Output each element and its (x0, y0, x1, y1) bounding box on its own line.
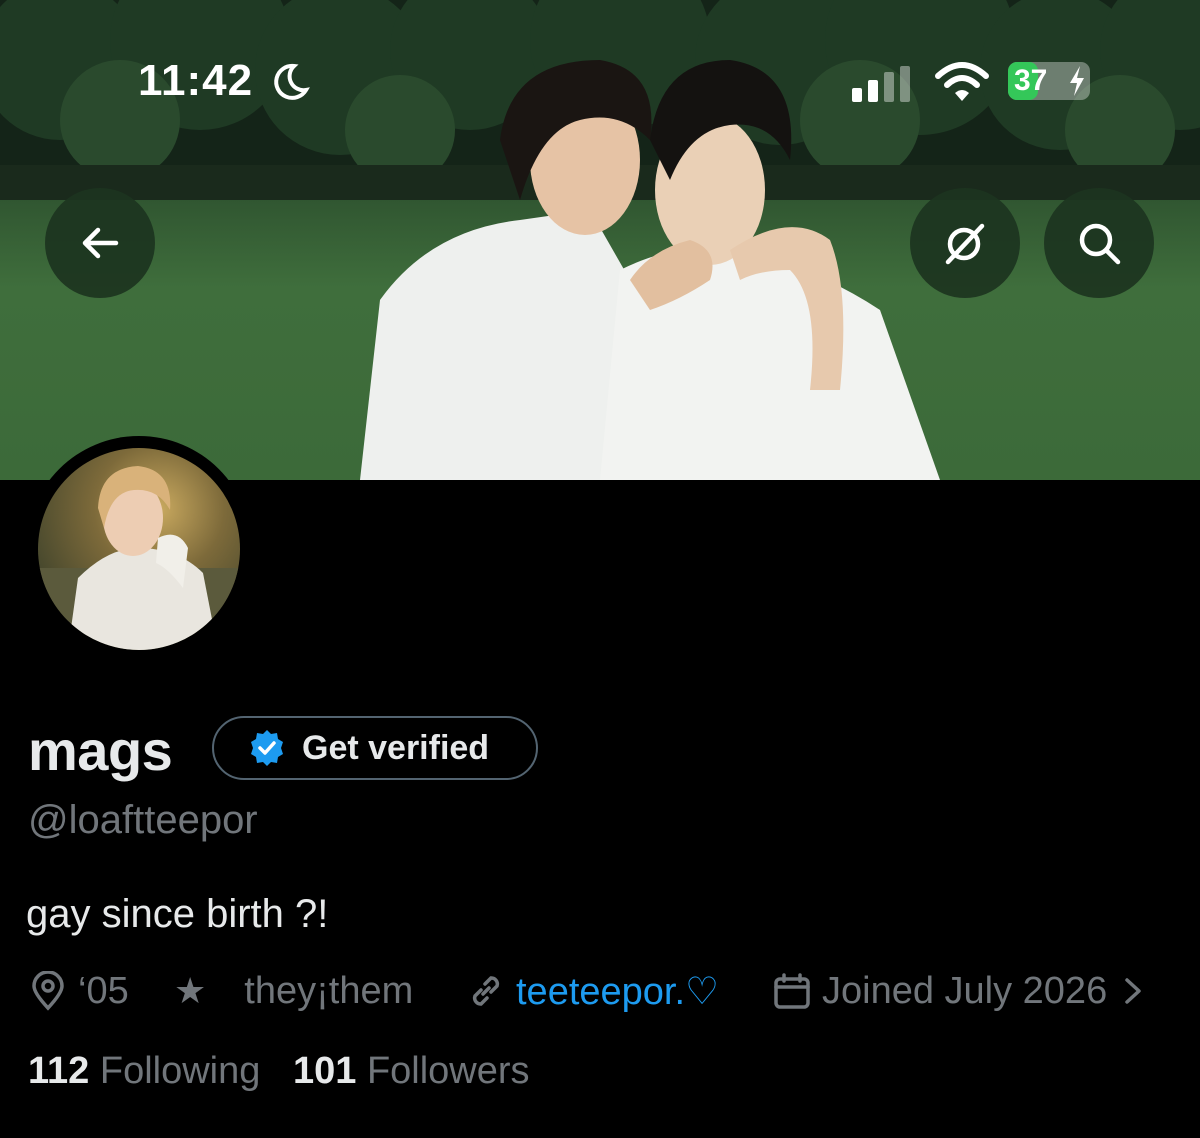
status-time: 11:42 (138, 56, 254, 105)
calendar-icon (774, 973, 810, 1009)
verified-badge-icon (251, 730, 283, 766)
website-item[interactable]: teeteepor.♡ (466, 966, 719, 1016)
following-count: 112 (28, 1050, 90, 1092)
grok-icon (945, 223, 985, 265)
profile-handle: @loaftteepor (28, 798, 258, 842)
search-icon (1079, 223, 1121, 265)
location-item: ‘05 (28, 966, 129, 1016)
pronouns-item: ★ they¡them (174, 966, 413, 1016)
back-button[interactable] (45, 188, 155, 298)
chevron-right-icon (1125, 978, 1141, 1004)
cellular-signal-icon (852, 66, 910, 102)
joined-date: Joined July 2026 (822, 969, 1108, 1012)
location-pin-icon (32, 971, 64, 1011)
search-button[interactable] (1044, 188, 1154, 298)
arrow-left-icon (82, 227, 119, 259)
battery-percent: 37 (1014, 64, 1048, 97)
do-not-disturb-moon-icon (274, 63, 310, 100)
get-verified-label: Get verified (302, 728, 490, 767)
link-icon (472, 976, 500, 1006)
pronouns-text: they¡them (244, 969, 414, 1012)
profile-bio: gay since birth ?! (26, 892, 329, 936)
location-text: ‘05 (78, 969, 129, 1012)
grok-button[interactable] (910, 188, 1020, 298)
charging-bolt-icon (1070, 66, 1084, 96)
followers-count: 101 (292, 1050, 357, 1092)
joined-item[interactable]: Joined July 2026 (772, 966, 1145, 1016)
following-label: Following (99, 1050, 261, 1092)
profile-avatar[interactable] (26, 436, 252, 662)
website-link[interactable]: teeteepor.♡ (516, 969, 719, 1014)
avatar-photo (38, 448, 240, 650)
follow-stats: 112 Following 101 Followers (28, 1050, 530, 1093)
following-link[interactable]: 112 Following (28, 1050, 260, 1092)
get-verified-button[interactable]: Get verified (212, 716, 538, 780)
followers-link[interactable]: 101 Followers (293, 1050, 530, 1092)
wifi-icon (935, 62, 989, 101)
followers-label: Followers (366, 1050, 530, 1092)
display-name: mags (28, 719, 173, 782)
battery-indicator: 37 (1008, 62, 1090, 100)
profile-banner[interactable]: 11:42 37 (0, 0, 1200, 480)
banner-photo-people (360, 60, 940, 480)
star-icon: ★ (174, 970, 207, 1011)
